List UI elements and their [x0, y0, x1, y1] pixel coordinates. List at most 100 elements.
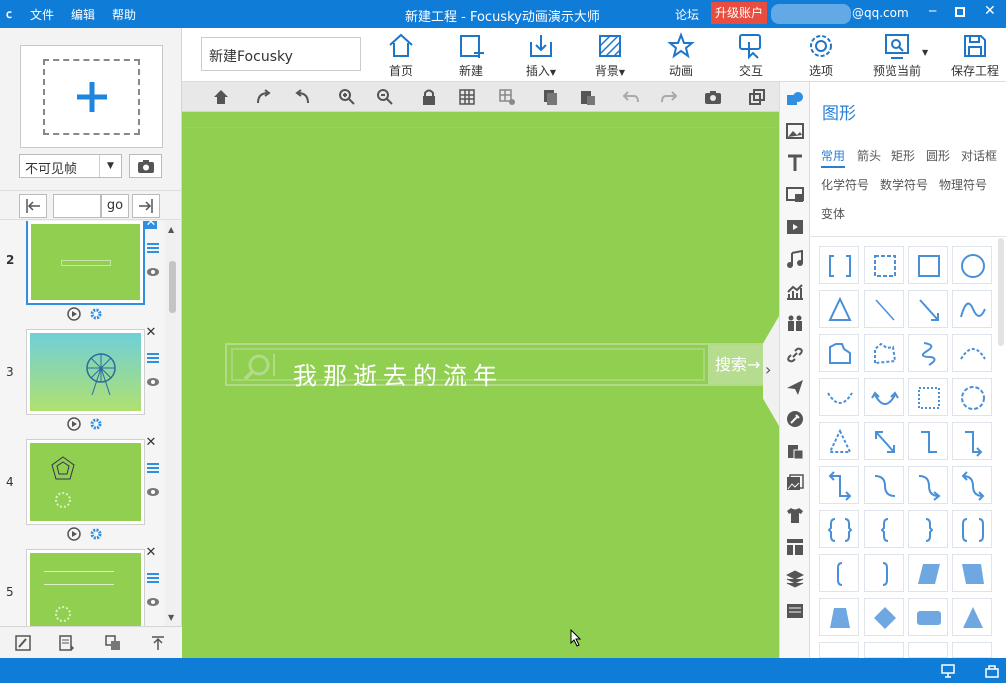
- save-button[interactable]: 保存工程: [944, 32, 1006, 80]
- redo-rotate-icon[interactable]: [255, 88, 273, 106]
- shape-dotted-rect[interactable]: [908, 378, 948, 416]
- grid-settings-icon[interactable]: [498, 88, 516, 106]
- shape-parallelogram[interactable]: [908, 554, 948, 592]
- shape-partial[interactable]: [864, 642, 904, 658]
- gear-icon[interactable]: [89, 417, 103, 431]
- airplane-icon[interactable]: [786, 378, 804, 396]
- shape-elbow-line[interactable]: [908, 422, 948, 460]
- slide-menu-icon[interactable]: [147, 353, 159, 363]
- page-number-input[interactable]: [53, 194, 101, 218]
- shape-diamond[interactable]: [864, 598, 904, 636]
- shape-triangle[interactable]: [819, 290, 859, 328]
- insert-button[interactable]: 插入▼: [513, 32, 569, 80]
- lock-icon[interactable]: [420, 88, 438, 106]
- category-variant[interactable]: 变体: [821, 205, 845, 222]
- play-icon[interactable]: [67, 527, 81, 541]
- video-icon[interactable]: [786, 218, 804, 236]
- play-icon[interactable]: [67, 417, 81, 431]
- layout-icon[interactable]: [786, 538, 804, 556]
- copy-icon[interactable]: [541, 88, 559, 106]
- shape-double-arrow[interactable]: [864, 422, 904, 460]
- background-button[interactable]: 背景▼: [582, 32, 638, 80]
- slide-thumbnail[interactable]: [26, 549, 145, 626]
- category-circle[interactable]: 圆形: [926, 147, 950, 164]
- gear-icon[interactable]: [89, 307, 103, 321]
- shape-partial[interactable]: [908, 642, 948, 658]
- shape-scribble[interactable]: [908, 334, 948, 372]
- frame-icon[interactable]: [786, 186, 804, 204]
- shape-circle[interactable]: [952, 246, 992, 284]
- scroll-up-icon[interactable]: ▲: [168, 225, 174, 234]
- menu-help[interactable]: 帮助: [112, 6, 136, 23]
- interaction-button[interactable]: 交互: [723, 32, 779, 80]
- shape-partial[interactable]: [819, 642, 859, 658]
- shape-dashed-rect[interactable]: [864, 246, 904, 284]
- frame-list-icon[interactable]: [59, 635, 75, 651]
- category-physics[interactable]: 物理符号: [939, 176, 987, 193]
- category-chemistry[interactable]: 化学符号: [821, 176, 869, 193]
- category-common[interactable]: 常用: [821, 147, 846, 168]
- slide-thumbnail[interactable]: [26, 329, 145, 415]
- grid-icon[interactable]: [458, 88, 476, 106]
- characters-icon[interactable]: [786, 314, 804, 332]
- minimize-icon[interactable]: ─: [929, 4, 936, 18]
- shape-dashed-arc-arrow[interactable]: [819, 378, 859, 416]
- shape-trapezoid[interactable]: [819, 598, 859, 636]
- chevron-down-icon[interactable]: ▼: [99, 155, 121, 177]
- shape-freeform[interactable]: [819, 334, 859, 372]
- edit-frame-icon[interactable]: [15, 635, 31, 651]
- shape-circular-arrow[interactable]: [864, 378, 904, 416]
- storage-icon[interactable]: [786, 602, 804, 620]
- shape-left-bracket[interactable]: [819, 554, 859, 592]
- play-icon[interactable]: [67, 307, 81, 321]
- last-frame-button[interactable]: [132, 194, 160, 218]
- shape-partial[interactable]: [952, 642, 992, 658]
- editing-canvas[interactable]: 我那逝去的流年 搜索→ ›: [182, 112, 779, 658]
- frame-type-select[interactable]: 不可见帧 ▼: [19, 154, 122, 178]
- undo-rotate-icon[interactable]: [293, 88, 311, 106]
- shape-elbow-arrow[interactable]: [952, 422, 992, 460]
- chevron-right-icon[interactable]: ›: [765, 360, 771, 379]
- zoom-out-icon[interactable]: [376, 88, 394, 106]
- shape-dashed-triangle[interactable]: [819, 422, 859, 460]
- scrollbar-thumb[interactable]: [169, 261, 176, 313]
- slide-item[interactable]: 2 ✕: [0, 221, 165, 329]
- add-frame-button[interactable]: [20, 45, 163, 148]
- presentation-icon[interactable]: [941, 664, 955, 678]
- shape-double-bracket[interactable]: [952, 510, 992, 548]
- shape-right-bracket[interactable]: [864, 554, 904, 592]
- shape-dashed-circle[interactable]: [952, 378, 992, 416]
- chart-icon[interactable]: [786, 282, 804, 300]
- home-view-icon[interactable]: [212, 88, 230, 106]
- shape-double-brace[interactable]: [819, 510, 859, 548]
- slide-menu-icon[interactable]: [147, 243, 159, 253]
- slide-item[interactable]: 3 ✕: [0, 326, 165, 439]
- move-to-top-icon[interactable]: [150, 635, 166, 651]
- shape-curved-line[interactable]: [864, 466, 904, 504]
- slide-item[interactable]: 4 ✕: [0, 436, 165, 549]
- swap-frame-icon[interactable]: [105, 635, 121, 651]
- window-mode-icon[interactable]: [985, 664, 999, 678]
- category-dialog[interactable]: 对话框: [961, 147, 997, 164]
- slide-thumbnail[interactable]: [26, 221, 145, 305]
- upgrade-account-button[interactable]: 升级账户: [711, 2, 767, 24]
- shape-curved-arrow[interactable]: [908, 466, 948, 504]
- delete-slide-icon[interactable]: ✕: [145, 326, 157, 339]
- text-icon[interactable]: [786, 154, 804, 172]
- shape-trapezoid-filled[interactable]: [952, 554, 992, 592]
- slide-list-scrollbar[interactable]: ▲ ▼: [165, 221, 180, 626]
- animation-button[interactable]: 动画: [653, 32, 709, 80]
- shape-left-brace[interactable]: [864, 510, 904, 548]
- delete-slide-icon[interactable]: ✕: [145, 546, 157, 559]
- undo-icon[interactable]: [622, 88, 640, 106]
- shapes-scrollbar-thumb[interactable]: [998, 238, 1004, 346]
- image-icon[interactable]: [786, 122, 804, 140]
- visibility-icon[interactable]: [146, 267, 160, 277]
- preview-dropdown-icon[interactable]: ▼: [922, 48, 928, 57]
- slide-thumbnail[interactable]: [26, 439, 145, 525]
- visibility-icon[interactable]: [146, 487, 160, 497]
- category-arrow[interactable]: 箭头: [857, 147, 881, 164]
- shape-curved-double-arrow[interactable]: [952, 466, 992, 504]
- redo-icon[interactable]: [660, 88, 678, 106]
- delete-slide-icon[interactable]: ✕: [145, 221, 157, 229]
